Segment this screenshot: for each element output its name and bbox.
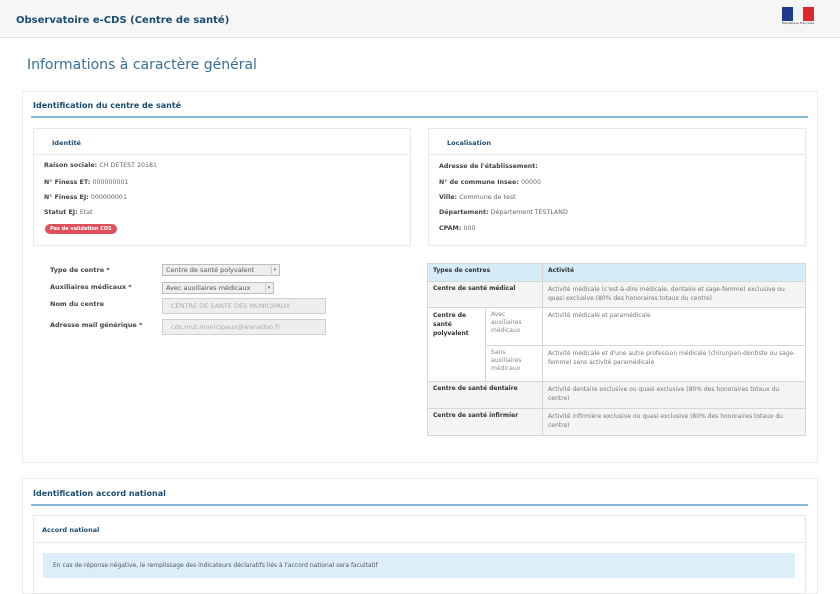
departement: Département: Département TESTLAND — [439, 209, 568, 216]
auxiliaires-label: Auxiliaires médicaux * — [50, 283, 132, 291]
statut-ej: Statut EJ: Etat — [44, 209, 93, 216]
card-header: Identité — [34, 129, 410, 155]
mail-input[interactable]: cds.mut.municipaux@wanadoo.fr — [162, 319, 326, 335]
section-title: Identification accord national — [33, 489, 166, 498]
table-row: Centre de santé infirmier Activité infir… — [427, 408, 806, 436]
finess-et: N° Finess ET: 000000001 — [44, 179, 129, 186]
card-title: Accord national — [42, 526, 100, 534]
auxiliaires-select[interactable]: Avec auxiliaires médicaux ▾ — [162, 282, 274, 294]
top-bar: Observatoire e-CDS (Centre de santé) Rép… — [0, 0, 840, 38]
ville: Ville: Commune de test — [439, 194, 516, 201]
table-cell: Avec auxiliaires médicaux — [485, 307, 543, 346]
card-title: Localisation — [447, 139, 491, 147]
republique-francaise-logo: République Française — [777, 7, 819, 33]
raison-sociale: Raison sociale: CH DETEST 20181 — [44, 162, 158, 169]
table-row: Centre de santé médical Activité médical… — [427, 281, 806, 308]
table-header: Types de centres — [427, 263, 543, 282]
page-title: Informations à caractère général — [27, 57, 257, 73]
validation-status-badge: Pas de validation CDS — [45, 224, 117, 234]
table-cell: Activité dentaire exclusive ou quasi exc… — [542, 381, 806, 409]
table-row: Centre de santé dentaire Activité dentai… — [427, 381, 806, 409]
finess-ej: N° Finess EJ: 000000001 — [44, 194, 127, 201]
type-centre-select[interactable]: Centre de santé polyvalent ▾ — [162, 264, 280, 276]
nom-centre-input[interactable]: CENTRE DE SANTE DES MUNICIPAUX — [162, 298, 326, 314]
type-centre-label: Type de centre * — [50, 266, 110, 274]
section-divider — [31, 504, 808, 506]
section-title: Identification du centre de santé — [33, 101, 182, 110]
table-cell: Activité médicale et paramédicale — [542, 307, 806, 346]
table-row: Centre de santé polyvalent Avec auxiliai… — [427, 307, 806, 382]
adresse-etablissement: Adresse de l'établissement: — [439, 163, 538, 170]
chevron-down-icon: ▾ — [265, 284, 272, 292]
nom-centre-label: Nom du centre — [50, 300, 105, 308]
card-header: Localisation — [429, 129, 805, 155]
table-cell: Centre de santé médical — [427, 281, 543, 308]
cpam: CPAM: 000 — [439, 225, 476, 232]
table-cell: Activité médicale et d'une autre profess… — [542, 345, 806, 382]
table-header: Activité — [542, 263, 806, 282]
card-title: Identité — [52, 139, 81, 147]
table-cell: Centre de santé dentaire — [427, 381, 543, 409]
types-centres-table: Types de centres Activité Centre de sant… — [427, 263, 806, 436]
flag-icon — [782, 7, 815, 21]
info-notice: En cas de réponse négative, le remplissa… — [43, 553, 795, 578]
app-title: Observatoire e-CDS (Centre de santé) — [16, 15, 230, 26]
table-cell: Sans auxiliaires médicaux — [485, 345, 543, 382]
table-cell: Activité infirmière exclusive ou quasi e… — [542, 408, 806, 436]
card-header: Accord national — [34, 516, 805, 543]
mail-label: Adresse mail générique * — [50, 321, 143, 329]
table-cell: Activité médicale (c'est-à-dire médicale… — [542, 281, 806, 308]
table-cell: Centre de santé infirmier — [427, 408, 543, 436]
commune-insee: N° de commune Insee: 00000 — [439, 179, 542, 186]
section-divider — [31, 116, 808, 118]
logo-text: République Française — [782, 21, 814, 25]
localisation-card: Localisation — [428, 128, 806, 246]
table-cell: Centre de santé polyvalent — [427, 307, 486, 382]
chevron-down-icon: ▾ — [271, 266, 278, 274]
